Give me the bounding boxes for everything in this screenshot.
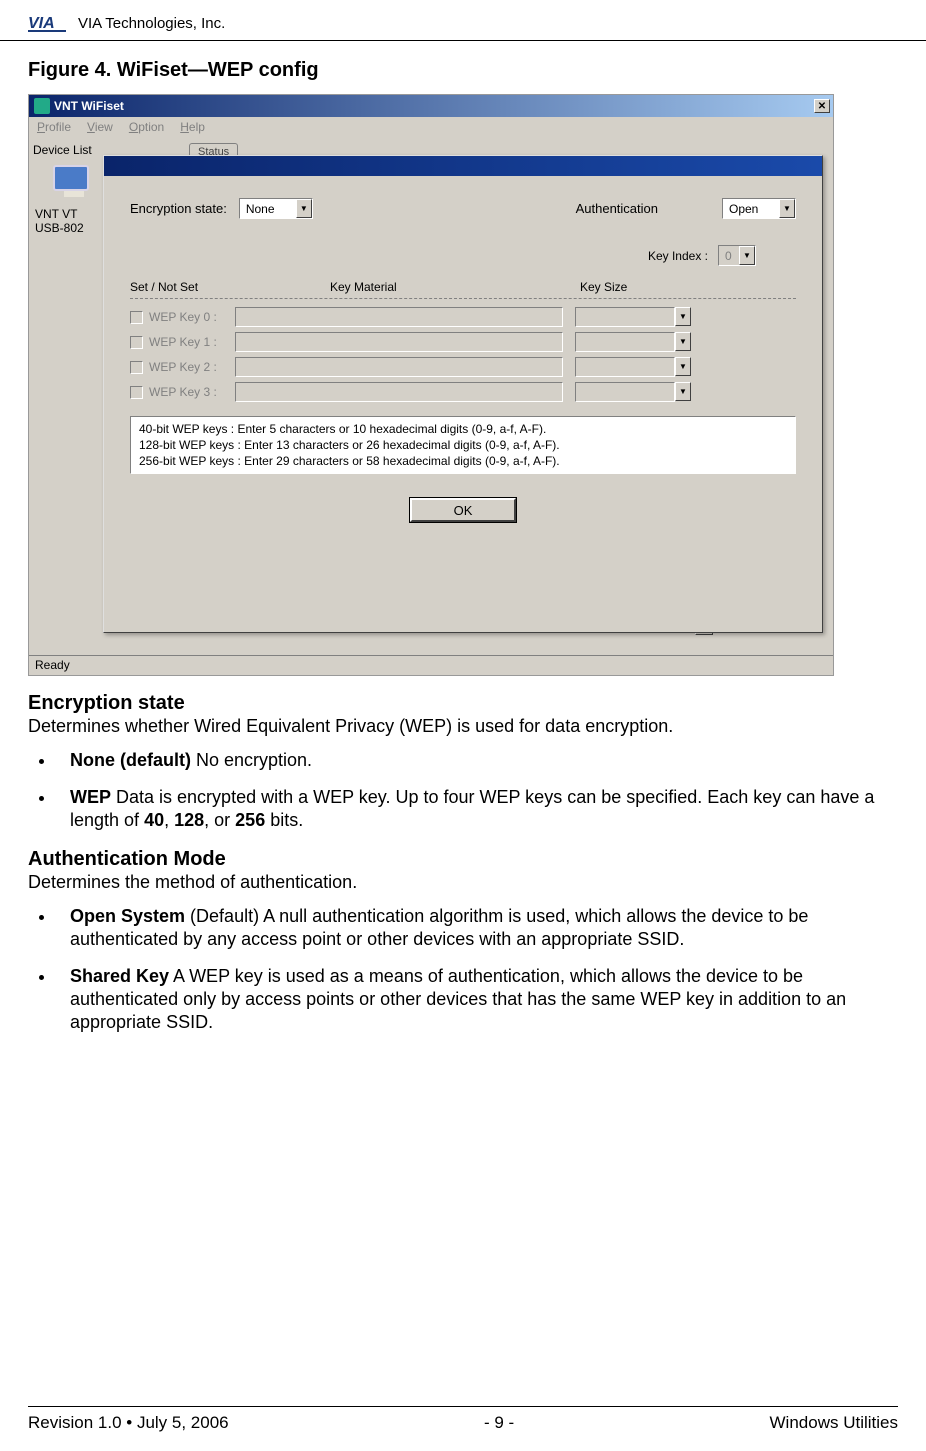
wep-config-dialog: Encryption state: None ▼ Authentication … [103,155,823,633]
footer-right: Windows Utilities [770,1413,898,1433]
encryption-state-combo[interactable]: None ▼ [239,198,313,219]
auth-desc: Determines the method of authentication. [28,871,898,893]
menu-help[interactable]: Help [180,120,205,134]
svg-text:VIA: VIA [28,15,55,32]
wep-key-3-input [235,382,563,402]
auth-heading: Authentication Mode [28,848,898,871]
chevron-down-icon: ▼ [675,332,691,351]
wep-key-2-size [575,357,675,377]
via-logo: VIA [28,12,72,34]
menu-profile[interactable]: Profile [37,120,71,134]
close-icon[interactable]: ✕ [814,99,830,113]
chevron-down-icon[interactable]: ▼ [296,199,312,218]
wep-key-2-checkbox [130,361,143,374]
chevron-down-icon: ▼ [675,357,691,376]
page-header: VIA VIA Technologies, Inc. [0,0,926,41]
wep-key-0-checkbox [130,311,143,324]
auth-list: Open System (Default) A null authenticat… [28,905,898,1034]
chevron-down-icon: ▼ [739,246,755,265]
encryption-state-label: Encryption state: [130,201,227,216]
device-icon[interactable] [53,165,95,201]
key-index-label: Key Index : [648,249,708,263]
footer-left: Revision 1.0 • July 5, 2006 [28,1413,229,1433]
window-title: VNT WiFiset [54,99,124,113]
wep-key-row-0: WEP Key 0 : ▼ [130,307,796,327]
app-icon [34,98,50,114]
wep-info-box: 40-bit WEP keys : Enter 5 characters or … [130,416,796,474]
footer-center: - 9 - [484,1413,514,1433]
divider [130,298,796,299]
list-item: Shared Key A WEP key is used as a means … [56,965,898,1034]
device-name: VNT VT USB-802 [35,207,84,235]
window-titlebar: VNT WiFiset ✕ [29,95,833,117]
page-content: Figure 4. WiFiset—WEP config VNT WiFiset… [0,59,926,1034]
list-item: WEP Data is encrypted with a WEP key. Up… [56,786,898,832]
column-headers: Set / Not Set Key Material Key Size [130,280,796,294]
figure-title: Figure 4. WiFiset—WEP config [28,59,898,82]
list-item: Open System (Default) A null authenticat… [56,905,898,951]
wep-key-3-checkbox [130,386,143,399]
chevron-down-icon[interactable]: ▼ [779,199,795,218]
wep-key-1-size [575,332,675,352]
menu-option[interactable]: Option [129,120,164,134]
chevron-down-icon: ▼ [675,307,691,326]
key-index-combo: 0 ▼ [718,245,756,266]
authentication-combo[interactable]: Open ▼ [722,198,796,219]
wep-key-row-3: WEP Key 3 : ▼ [130,382,796,402]
device-list-label: Device List [33,143,92,157]
page-footer: Revision 1.0 • July 5, 2006 - 9 - Window… [28,1406,898,1433]
app-window: VNT WiFiset ✕ Profile View Option Help D… [28,94,834,676]
chevron-down-icon: ▼ [675,382,691,401]
wep-key-0-input [235,307,563,327]
dialog-titlebar [104,156,822,176]
encryption-heading: Encryption state [28,692,898,715]
wep-key-0-size [575,307,675,327]
status-bar: Ready [29,655,833,675]
ok-button[interactable]: OK [410,498,516,522]
wep-key-1-input [235,332,563,352]
encryption-desc: Determines whether Wired Equivalent Priv… [28,715,898,737]
menubar: Profile View Option Help [29,117,833,137]
list-item: None (default) No encryption. [56,749,898,772]
authentication-label: Authentication [576,201,658,216]
wep-key-row-2: WEP Key 2 : ▼ [130,357,796,377]
company-name: VIA Technologies, Inc. [78,15,225,32]
wep-key-3-size [575,382,675,402]
wep-key-1-checkbox [130,336,143,349]
wep-key-2-input [235,357,563,377]
menu-view[interactable]: View [87,120,113,134]
encryption-list: None (default) No encryption. WEP Data i… [28,749,898,832]
wep-key-row-1: WEP Key 1 : ▼ [130,332,796,352]
